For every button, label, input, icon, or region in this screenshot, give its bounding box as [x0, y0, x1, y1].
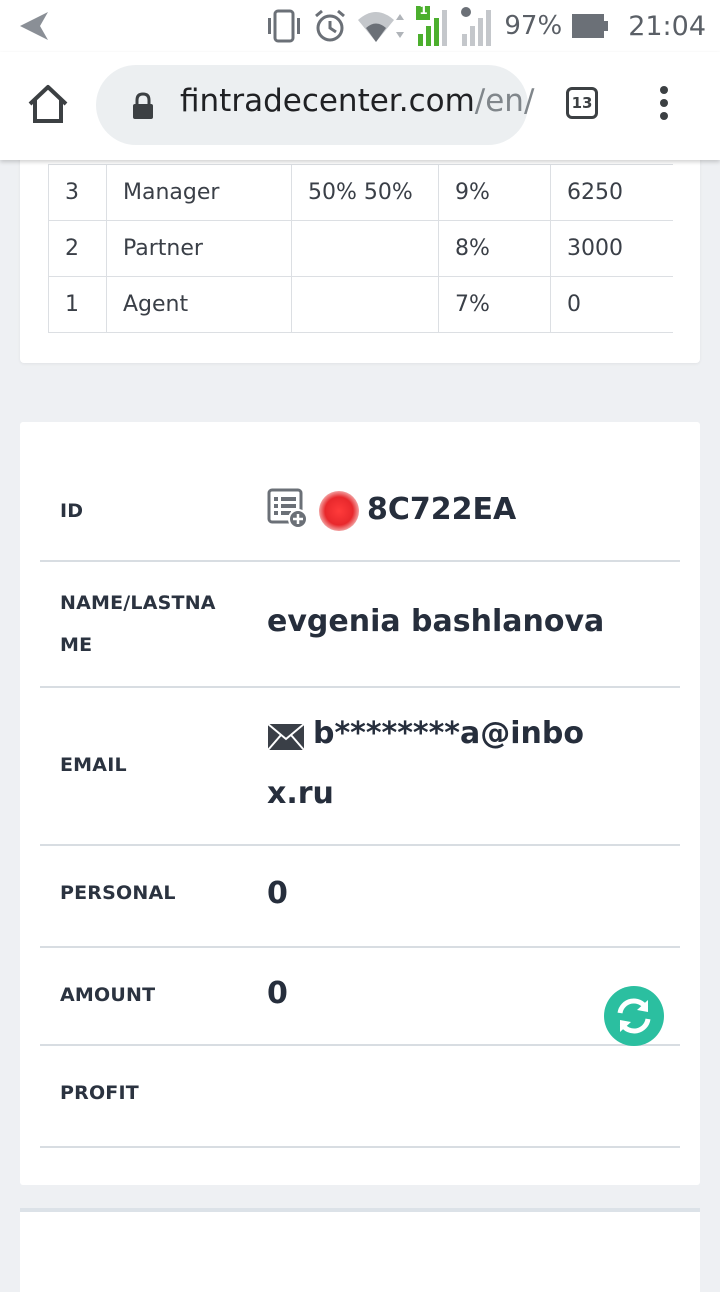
- table-row: 1 Agent 7% 0: [48, 276, 673, 333]
- percent-cell: 7%: [438, 276, 551, 333]
- split-cell: [291, 220, 439, 277]
- profit-label: PROFIT: [60, 1082, 139, 1104]
- battery-percent: 97%: [504, 11, 563, 41]
- clock: 21:04: [628, 10, 706, 42]
- alarm-icon: [315, 9, 346, 42]
- url-text[interactable]: fintradecenter.com/en/: [180, 83, 534, 119]
- signal-sim2-icon: [461, 7, 492, 46]
- name-cell: Manager: [106, 164, 292, 221]
- amount-row: AMOUNT 0: [40, 946, 680, 1046]
- amount-cell: 3000: [550, 220, 673, 277]
- wifi-icon: [358, 12, 405, 42]
- back-arrow-icon[interactable]: [14, 8, 54, 44]
- lock-icon: [133, 92, 153, 119]
- name-label-line2: ME: [60, 634, 93, 656]
- name-value: evgenia bashlanova: [267, 604, 605, 639]
- profile-card: ID 8C722EA NAME/LASTNA ME evgenia bashla…: [20, 422, 700, 1185]
- personal-row: PERSONAL 0: [40, 844, 680, 948]
- url-path: /en/: [474, 83, 535, 119]
- url-host: fintradecenter.com: [180, 83, 475, 119]
- id-label: ID: [60, 500, 84, 522]
- status-dot-icon: [319, 491, 359, 531]
- table-row: 3 Manager 50% 50% 9% 6250: [48, 164, 673, 221]
- email-value-line1: b********a@inbo: [313, 716, 584, 751]
- personal-label: PERSONAL: [60, 882, 176, 904]
- vibrate-icon: [268, 9, 301, 43]
- refresh-icon[interactable]: [604, 986, 664, 1046]
- sim1-label: 1: [419, 3, 428, 17]
- split-cell: [291, 276, 439, 333]
- email-row: EMAIL b********a@inbo x.ru: [40, 686, 680, 846]
- tab-switcher-button[interactable]: 13: [566, 87, 598, 119]
- level-cell: 3: [48, 164, 107, 221]
- overflow-menu-icon[interactable]: [658, 86, 670, 126]
- email-value-line2: x.ru: [267, 776, 334, 811]
- level-cell: 1: [48, 276, 107, 333]
- table-row: 2 Partner 8% 3000: [48, 220, 673, 277]
- name-row: NAME/LASTNA ME evgenia bashlanova: [40, 560, 680, 688]
- battery-icon: [572, 14, 609, 38]
- address-bar[interactable]: fintradecenter.com/en/: [96, 65, 534, 145]
- email-label: EMAIL: [60, 754, 127, 776]
- amount-label: AMOUNT: [60, 984, 156, 1006]
- amount-value: 0: [267, 976, 288, 1011]
- profit-row: PROFIT: [40, 1044, 680, 1148]
- add-list-icon[interactable]: [267, 488, 309, 530]
- levels-table: 3 Manager 50% 50% 9% 6250 2 Partner 8% 3…: [48, 164, 673, 333]
- amount-cell: 6250: [550, 164, 673, 221]
- amount-cell: 0: [550, 276, 673, 333]
- next-card: [20, 1208, 700, 1292]
- percent-cell: 8%: [438, 220, 551, 277]
- browser-toolbar: fintradecenter.com/en/ 13: [0, 52, 720, 160]
- level-cell: 2: [48, 220, 107, 277]
- percent-cell: 9%: [438, 164, 551, 221]
- name-label-line1: NAME/LASTNA: [60, 592, 216, 614]
- envelope-icon: [267, 723, 305, 751]
- signal-sim1-icon: 1: [416, 3, 452, 46]
- name-cell: Partner: [106, 220, 292, 277]
- home-icon[interactable]: [26, 82, 70, 126]
- status-bar: 1 97% 21:04: [0, 0, 720, 52]
- personal-value: 0: [267, 876, 288, 911]
- name-cell: Agent: [106, 276, 292, 333]
- split-cell: 50% 50%: [291, 164, 439, 221]
- id-value: 8C722EA: [367, 492, 517, 527]
- id-row: ID 8C722EA: [40, 422, 680, 562]
